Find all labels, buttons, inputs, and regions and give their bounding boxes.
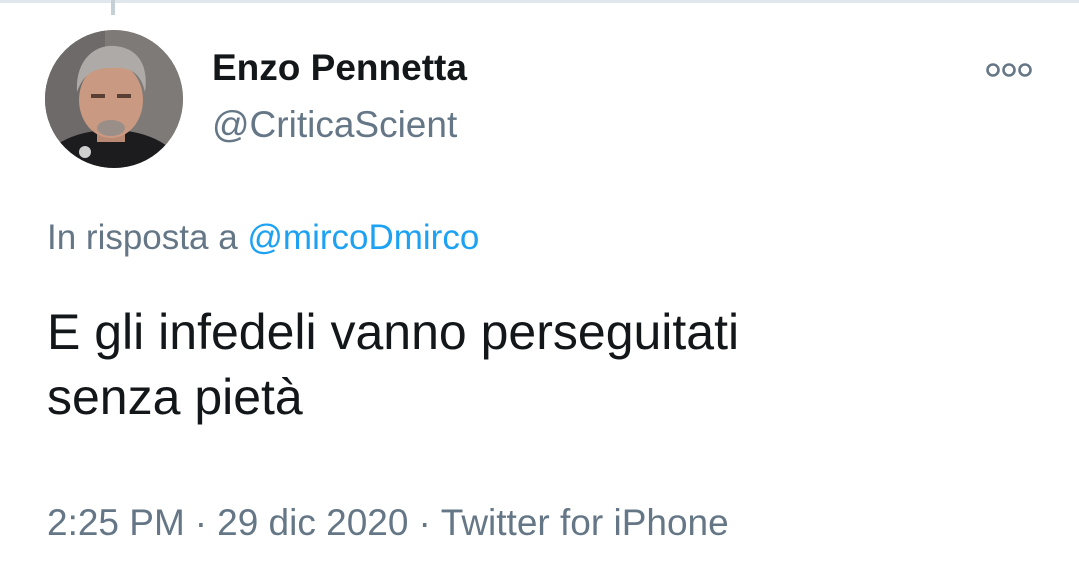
meta-separator-2: · bbox=[418, 502, 431, 543]
user-handle[interactable]: @CriticaScient bbox=[212, 104, 457, 146]
tweet-time[interactable]: 2:25 PM bbox=[47, 502, 185, 543]
user-photo-icon bbox=[45, 30, 183, 168]
reply-prefix: In risposta a bbox=[47, 218, 238, 257]
tweet-metadata: 2:25 PM · 29 dic 2020 · Twitter for iPhone bbox=[47, 502, 729, 544]
display-name[interactable]: Enzo Pennetta bbox=[212, 47, 467, 89]
reply-mention-link[interactable]: @mircoDmirco bbox=[247, 218, 479, 257]
top-divider bbox=[0, 0, 1079, 3]
tweet-source[interactable]: Twitter for iPhone bbox=[441, 502, 729, 543]
meta-separator: · bbox=[194, 502, 208, 543]
tweet-text-line-2: senza pietà bbox=[47, 369, 303, 425]
tweet-text-line-1: E gli infedeli vanno perseguitati bbox=[47, 304, 740, 360]
thread-connector-line bbox=[111, 0, 115, 15]
tweet-text: E gli infedeli vanno perseguitati senza … bbox=[47, 300, 1047, 430]
more-options-button[interactable] bbox=[983, 58, 1035, 82]
avatar[interactable] bbox=[45, 30, 183, 168]
more-options-icon bbox=[986, 63, 1032, 77]
reply-context: In risposta a @mircoDmirco bbox=[47, 218, 479, 258]
tweet-date[interactable]: 29 dic 2020 bbox=[217, 502, 408, 543]
